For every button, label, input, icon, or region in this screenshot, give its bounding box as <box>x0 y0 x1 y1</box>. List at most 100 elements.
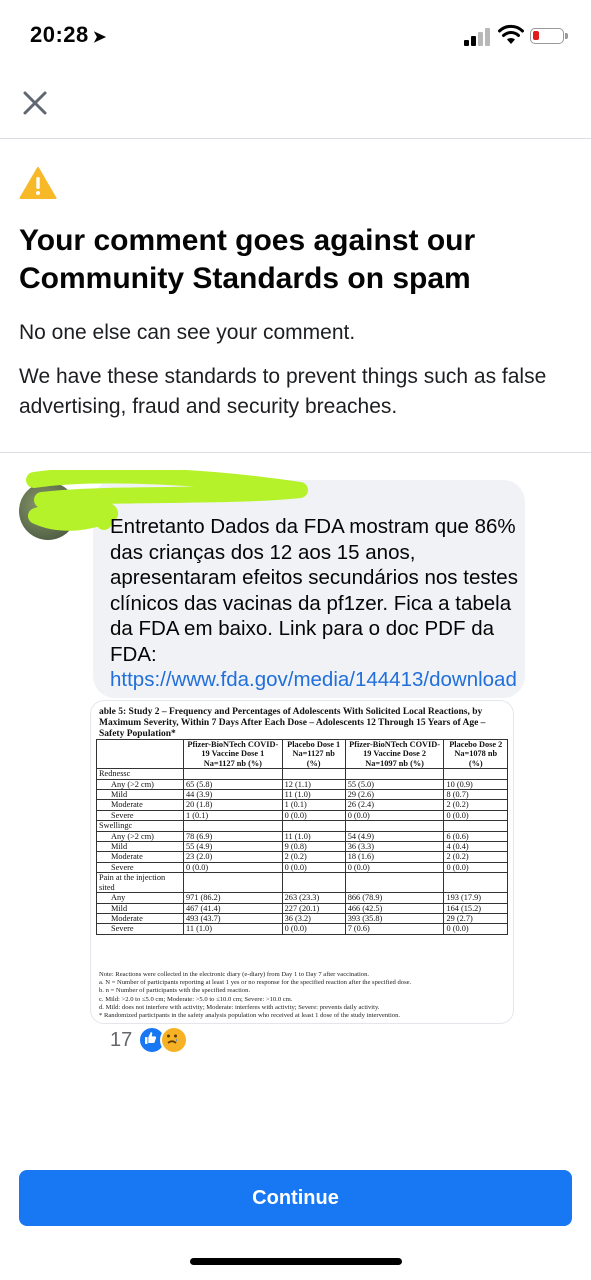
content-divider <box>0 452 591 453</box>
table-cell: 2 (0.2) <box>443 851 508 863</box>
table-cell: 493 (43.7) <box>183 912 283 925</box>
table-cell: 866 (78.9) <box>344 892 445 904</box>
table-cell: 0 (0.0) <box>443 861 508 874</box>
table-caption: able 5: Study 2 – Frequency and Percenta… <box>99 707 486 739</box>
table-cell: 55 (5.0) <box>344 778 445 791</box>
sad-reaction-icon <box>160 1026 189 1054</box>
table-notes: Note: Reactions were collected in the el… <box>99 971 509 1020</box>
table-cell: 971 (86.2) <box>183 892 283 904</box>
table-row-label: Any (>2 cm) <box>96 830 184 843</box>
table-row-label: Swellingc <box>96 820 184 832</box>
cellular-signal-icon <box>464 28 492 46</box>
table-cell <box>443 768 508 780</box>
table-row: Moderate 20 (1.8) 1 (0.1) 26 (2.4) 2 (0.2) <box>96 799 508 811</box>
table-cell: 44 (3.9) <box>183 789 283 801</box>
table-cell: 8 (0.7) <box>443 789 508 801</box>
table-cell: 2 (0.2) <box>443 799 508 811</box>
table-note: Note: Reactions were collected in the el… <box>99 971 370 978</box>
table-cell <box>281 768 346 780</box>
table-row-label: Moderate <box>96 851 184 863</box>
table-cell: 2 (0.2) <box>281 851 346 863</box>
dialog-visibility-text: No one else can see your comment. <box>19 321 356 344</box>
warning-icon <box>19 167 57 199</box>
dialog-reason-text: We have these standards to prevent thing… <box>19 365 547 418</box>
table-cell: 18 (1.6) <box>344 851 445 863</box>
table-cell: 54 (4.9) <box>344 830 445 843</box>
table-header-cell: Placebo Dose 2 Na=1078 nb (%) <box>443 738 508 770</box>
table-row-label: Rednessc <box>96 768 184 780</box>
table-cell: 36 (3.2) <box>281 912 346 925</box>
header-divider <box>0 138 591 139</box>
table-row: Swellingc <box>96 820 508 832</box>
home-indicator <box>190 1258 402 1265</box>
table-note: d. Mild: does not interfere with activit… <box>99 1003 380 1011</box>
table-cell: 0 (0.0) <box>443 923 508 935</box>
attached-image[interactable]: able 5: Study 2 – Frequency and Percenta… <box>90 700 514 1024</box>
table-cell: 0 (0.0) <box>344 809 445 822</box>
table-cell: 11 (1.0) <box>183 923 283 935</box>
table-row-label: Severe <box>96 861 184 874</box>
table-note: a. N = Number of participants reporting … <box>99 979 412 987</box>
reactions-table: Pfizer-BioNTech COVID-19 Vaccine Dose 1 … <box>96 738 508 935</box>
table-cell <box>344 820 445 832</box>
table-cell: 11 (1.0) <box>281 789 346 801</box>
table-row-label: Pain at the injection sited <box>96 872 184 894</box>
table-cell: 55 (4.9) <box>183 841 283 853</box>
table-row: Mild 55 (4.9) 9 (0.8) 36 (3.3) 4 (0.4) <box>96 841 508 853</box>
table-header-cell: Pfizer-BioNTech COVID-19 Vaccine Dose 2 … <box>344 738 445 770</box>
status-bar: 20:28 ➤ <box>0 0 591 72</box>
table-cell: 6 (0.6) <box>443 830 508 843</box>
table-cell: 193 (17.9) <box>443 892 508 904</box>
dialog-title: Your comment goes against our Community … <box>19 224 476 295</box>
table-row-label: Mild <box>96 902 184 914</box>
table-row-label: Mild <box>96 841 184 853</box>
table-cell <box>344 768 445 780</box>
table-cell: 10 (0.9) <box>443 778 508 791</box>
reaction-count: 17 <box>110 1028 133 1051</box>
table-cell <box>183 768 283 780</box>
comment-body: Entretanto Dados da FDA mostram que 86% … <box>110 515 518 666</box>
table-row: Mild 467 (41.4) 227 (20.1) 466 (42.5) 164 (1… <box>96 902 508 914</box>
table-cell: 26 (2.4) <box>344 799 445 811</box>
reaction-summary[interactable]: 17 <box>110 1026 189 1054</box>
table-row-label: Moderate <box>96 912 184 925</box>
fda-pdf-link[interactable]: https://www.fda.gov/media/144413/downloa… <box>110 668 517 691</box>
location-arrow-icon: ➤ <box>92 29 107 46</box>
table-cell: 78 (6.9) <box>183 830 283 843</box>
table-note: b. n = Number of participants with the s… <box>99 987 251 995</box>
comment-text: Entretanto Dados da FDA mostram que 86% … <box>110 514 520 693</box>
table-cell: 1 (0.1) <box>183 809 283 822</box>
table-cell: 164 (15.2) <box>443 902 508 914</box>
continue-button[interactable]: Continue <box>19 1170 572 1226</box>
table-cell: 466 (42.5) <box>344 902 445 914</box>
table-row: Any (>2 cm) 65 (5.8) 12 (1.1) 55 (5.0) 10 (0… <box>96 778 508 791</box>
table-cell <box>443 872 508 894</box>
table-cell: 65 (5.8) <box>183 778 283 791</box>
table-header-cell <box>96 738 184 770</box>
table-cell: 4 (0.4) <box>443 841 508 853</box>
table-cell: 12 (1.1) <box>281 778 346 791</box>
table-row-label: Mild <box>96 789 184 801</box>
table-cell: 0 (0.0) <box>281 923 346 935</box>
table-cell <box>443 820 508 832</box>
table-header-cell: Pfizer-BioNTech COVID-19 Vaccine Dose 1 … <box>183 738 283 770</box>
table-row: Any (>2 cm) 78 (6.9) 11 (1.0) 54 (4.9) 6 (0.… <box>96 830 508 843</box>
table-row-label: Any <box>96 892 184 904</box>
close-icon[interactable] <box>20 88 50 118</box>
table-cell: 0 (0.0) <box>443 809 508 822</box>
wifi-icon <box>498 24 524 44</box>
table-note: * Randomized participants in the safety … <box>99 1012 401 1020</box>
table-cell <box>344 872 445 894</box>
table-cell: 0 (0.0) <box>281 861 346 874</box>
table-row: Severe 0 (0.0) 0 (0.0) 0 (0.0) 0 (0.0) <box>96 861 508 874</box>
table-cell: 467 (41.4) <box>183 902 283 914</box>
table-cell: 7 (0.6) <box>344 923 445 935</box>
table-cell <box>281 820 346 832</box>
table-cell: 29 (2.6) <box>344 789 445 801</box>
table-row: Rednessc <box>96 768 508 780</box>
table-row: Moderate 23 (2.0) 2 (0.2) 18 (1.6) 2 (0.2) <box>96 851 508 863</box>
table-cell: 0 (0.0) <box>281 809 346 822</box>
table-row: Moderate 493 (43.7) 36 (3.2) 393 (35.8) 29 (… <box>96 912 508 925</box>
table-cell: 1 (0.1) <box>281 799 346 811</box>
table-cell: 11 (1.0) <box>281 830 346 843</box>
